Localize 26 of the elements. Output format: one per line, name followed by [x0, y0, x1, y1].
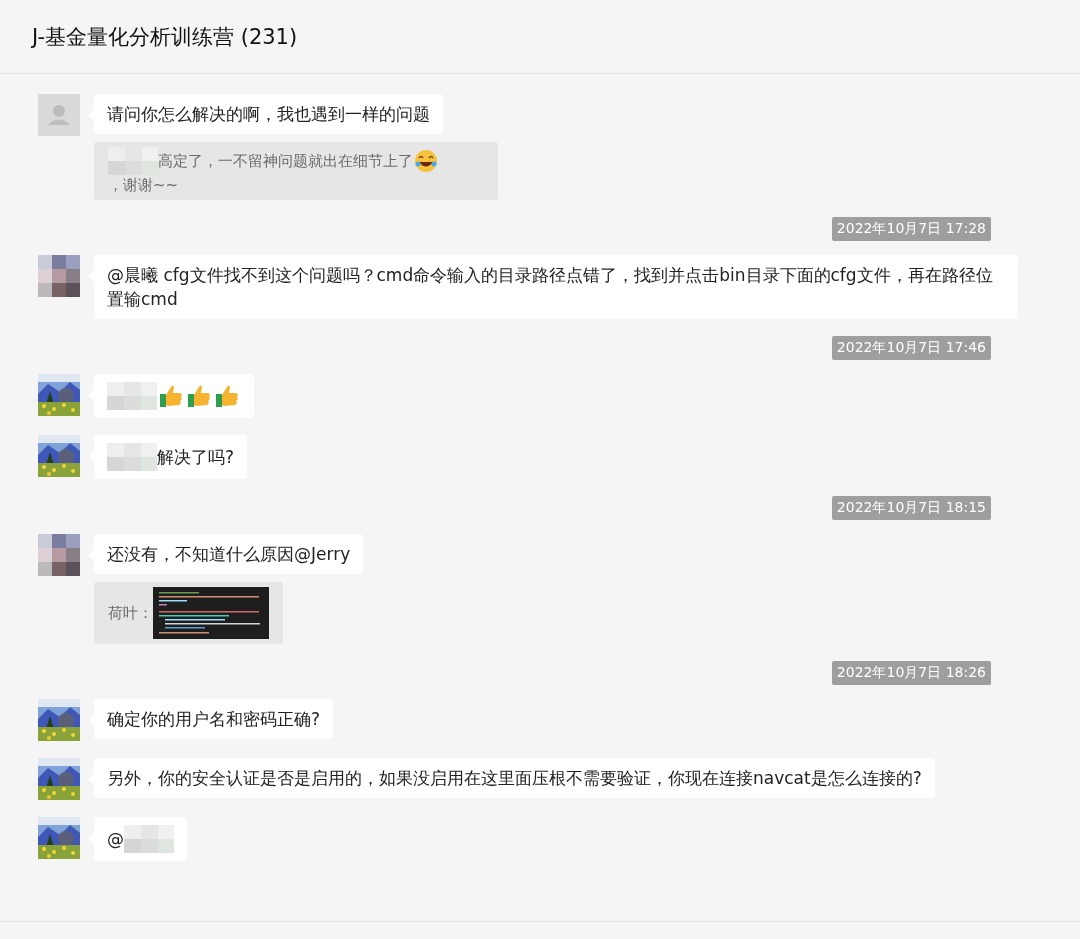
- message-text: 请问你怎么解决的啊，我也遇到一样的问题: [107, 103, 430, 126]
- timestamp: 2022年10月7日 18:26: [831, 661, 991, 685]
- blurred-patch: [108, 147, 158, 175]
- blurred-patch: [107, 443, 157, 471]
- message-text: 另外，你的安全认证是否是启用的，如果没启用在这里面压根不需要验证，你现在连接navcat是怎么连接的?: [107, 767, 922, 790]
- timestamp: 2022年10月7日 17:28: [831, 217, 991, 241]
- chat-title: J-基金量化分析训练营 (231): [32, 23, 298, 51]
- laughing-emoji-icon: [414, 149, 438, 173]
- message-text: @: [107, 828, 124, 851]
- default-avatar: [38, 94, 80, 136]
- thumbs-up-icon: [186, 383, 212, 409]
- message-text: 确定你的用户名和密码正确?: [107, 708, 321, 731]
- blurred-patch: [124, 825, 174, 853]
- message-text: ，谢谢~~: [108, 175, 179, 195]
- message-text: @晨曦 cfg文件找不到这个问题吗？cmd命令输入的目录路径点错了，找到并点击bin目录下面的cfg文件，再在路径位置输cmd: [107, 264, 994, 311]
- timestamp: 2022年10月7日 17:46: [831, 336, 991, 360]
- timestamp: 2022年10月7日 18:15: [831, 496, 991, 520]
- thumbs-up-icon: [158, 383, 184, 409]
- message-text: 解决了吗?: [157, 446, 235, 469]
- message-text: 还没有，不知道什么原因@Jerry: [107, 543, 351, 566]
- message-text: 高定了，一不留神问题就出在细节上了: [158, 151, 413, 171]
- blurred-patch: [107, 382, 157, 410]
- avatar-mosaic: [38, 255, 80, 297]
- message-text: 荷叶：: [108, 603, 153, 623]
- thumbs-up-icon: [214, 383, 240, 409]
- avatar-mosaic: [38, 534, 80, 576]
